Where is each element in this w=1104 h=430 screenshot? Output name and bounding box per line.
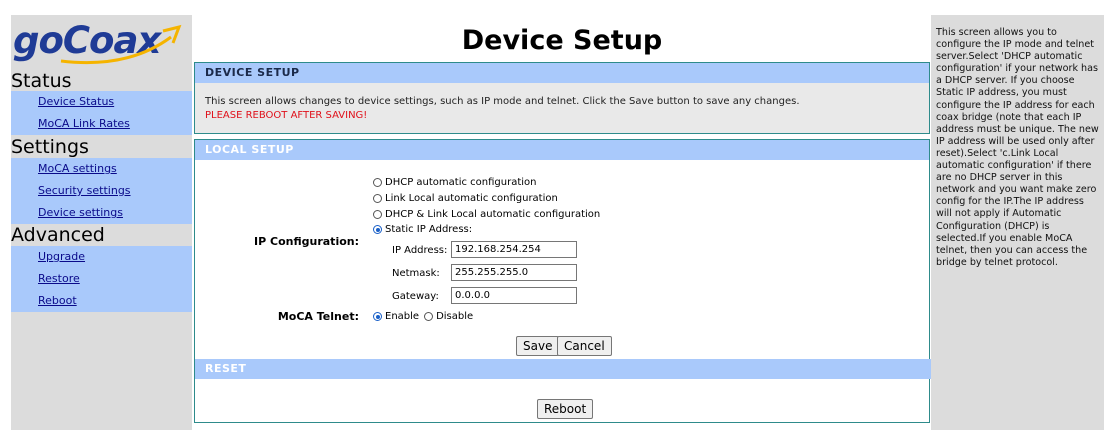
save-button[interactable]: Save [516, 336, 560, 356]
dhcp-radio[interactable] [373, 178, 382, 187]
telnet-enable-radio[interactable] [373, 312, 382, 321]
sidebar-section-settings: Settings [11, 136, 89, 158]
sidebar-item-upgrade[interactable]: Upgrade [11, 246, 192, 268]
netmask-label: Netmask: [392, 268, 440, 279]
sidebar: goCoax Status Device Status MoCA Link Ra… [11, 15, 192, 430]
sidebar-item-moca-link-rates[interactable]: MoCA Link Rates [11, 113, 192, 135]
cancel-button[interactable]: Cancel [557, 336, 612, 356]
telnet-disable-label: Disable [436, 311, 474, 322]
netmask-input[interactable] [451, 264, 577, 281]
dhcp-link-local-radio[interactable] [373, 210, 382, 219]
gateway-label: Gateway: [392, 291, 439, 302]
ip-option-dhcp[interactable]: DHCP automatic configuration [373, 177, 537, 188]
settings-nav-group: MoCA settings Security settings Device s… [11, 158, 192, 224]
telnet-enable-option[interactable]: Enable Disable [373, 311, 473, 322]
ip-address-input[interactable] [451, 241, 577, 258]
sidebar-item-reboot[interactable]: Reboot [11, 290, 192, 312]
ip-option-label: Link Local automatic configuration [385, 193, 558, 204]
sidebar-item-security-settings[interactable]: Security settings [11, 180, 192, 202]
telnet-disable-radio[interactable] [424, 312, 434, 321]
reboot-warning: PLEASE REBOOT AFTER SAVING! [205, 110, 368, 121]
ip-option-label: DHCP automatic configuration [385, 177, 537, 188]
device-setup-description: This screen allows changes to device set… [205, 96, 800, 107]
ip-option-label: Static IP Address: [385, 224, 473, 235]
advanced-nav-group: Upgrade Restore Reboot [11, 246, 192, 312]
gateway-input[interactable] [451, 287, 577, 304]
sidebar-item-moca-settings[interactable]: MoCA settings [11, 158, 192, 180]
sidebar-item-restore[interactable]: Restore [11, 268, 192, 290]
ip-option-static[interactable]: Static IP Address: [373, 224, 472, 235]
ip-option-label: DHCP & Link Local automatic configuratio… [385, 209, 601, 220]
page-title: Device Setup [461, 25, 663, 56]
ip-configuration-label: IP Configuration: [254, 235, 359, 248]
device-setup-panel: DEVICE SETUP This screen allows changes … [194, 62, 930, 134]
static-ip-radio[interactable] [373, 225, 382, 234]
local-setup-heading: LOCAL SETUP [195, 140, 929, 160]
reboot-button[interactable]: Reboot [537, 399, 594, 419]
link-local-radio[interactable] [373, 194, 382, 203]
status-nav-group: Device Status MoCA Link Rates [11, 91, 192, 135]
sidebar-section-status: Status [11, 70, 72, 92]
help-panel: This screen allows you to configure the … [931, 15, 1104, 430]
gocoax-logo: goCoax [13, 17, 189, 69]
sidebar-item-device-status[interactable]: Device Status [11, 91, 192, 113]
ip-option-dhcp-link-local[interactable]: DHCP & Link Local automatic configuratio… [373, 209, 600, 220]
telnet-enable-label: Enable [385, 311, 420, 322]
ip-address-label: IP Address: [392, 245, 448, 256]
sidebar-section-advanced: Advanced [11, 224, 105, 246]
sidebar-item-device-settings[interactable]: Device settings [11, 202, 192, 224]
device-setup-heading: DEVICE SETUP [195, 63, 929, 83]
moca-telnet-label: MoCA Telnet: [277, 310, 359, 323]
local-setup-panel: LOCAL SETUP IP Configuration: DHCP autom… [194, 139, 939, 423]
reset-heading: RESET [195, 359, 939, 379]
main-content: Device Setup DEVICE SETUP This screen al… [194, 15, 939, 430]
ip-option-link-local[interactable]: Link Local automatic configuration [373, 193, 558, 204]
logo-swoosh-icon [60, 24, 182, 65]
help-text: This screen allows you to configure the … [936, 27, 1099, 268]
